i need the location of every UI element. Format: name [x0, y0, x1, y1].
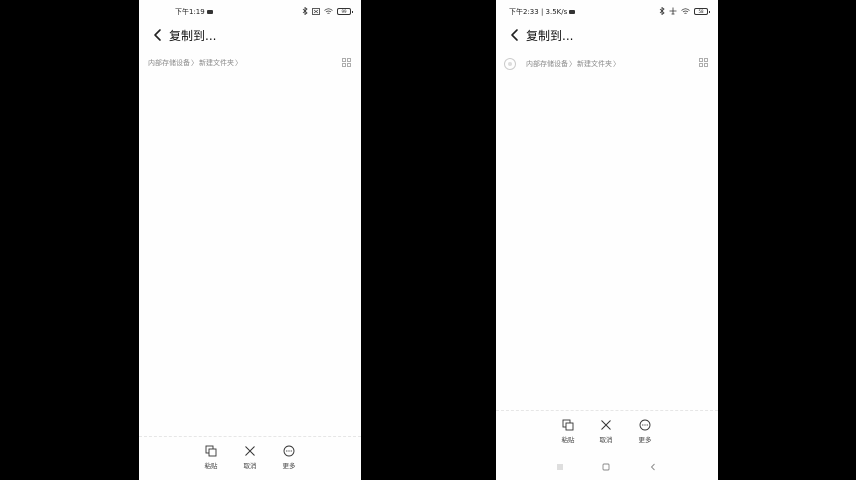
- system-nav-bar: [496, 456, 718, 480]
- screen-record-icon: [206, 10, 213, 14]
- menu-icon[interactable]: [555, 462, 565, 472]
- copy-paste-icon: [205, 445, 217, 457]
- cancel-button[interactable]: 取消: [591, 419, 621, 444]
- paste-button[interactable]: 粘贴: [196, 445, 226, 470]
- battery-icon: 99: [337, 7, 353, 15]
- status-time: 下午2:33 | 3.5K/s: [509, 7, 576, 17]
- phone-screen-left: 下午1:19 99 复制到... 内部存储设备 〉 新建文件夹 〉 粘贴 取消: [139, 0, 361, 480]
- breadcrumb-separator: 〉: [191, 59, 198, 67]
- page-title: 复制到...: [169, 29, 217, 43]
- more-dots-icon: [639, 419, 651, 431]
- action-bar: 粘贴 取消 更多: [139, 436, 361, 480]
- chevron-left-icon[interactable]: [151, 28, 165, 42]
- grid-view-icon[interactable]: [699, 58, 708, 67]
- close-icon: [601, 420, 611, 430]
- back-triangle-icon[interactable]: [648, 462, 658, 472]
- status-time: 下午1:19: [175, 7, 213, 17]
- bluetooth-icon: [302, 7, 308, 15]
- more-dots-icon: [283, 445, 295, 457]
- status-icons: 99: [302, 7, 353, 15]
- breadcrumb: 内部存储设备 〉 新建文件夹 〉: [504, 58, 621, 70]
- copy-paste-icon: [562, 419, 574, 431]
- more-button[interactable]: 更多: [274, 445, 304, 470]
- screen-record-icon: [569, 10, 576, 14]
- action-bar: 粘贴 取消 更多: [496, 410, 718, 454]
- wifi-icon: [681, 7, 690, 14]
- alarm-box-icon: [312, 7, 320, 15]
- breadcrumb-root[interactable]: 内部存储设备: [526, 59, 568, 69]
- phone-screen-right: 下午2:33 | 3.5K/s 58 复制到... 内部存储设备 〉 新建文件夹…: [496, 0, 718, 480]
- status-bar: 下午2:33 | 3.5K/s 58: [496, 5, 718, 19]
- cancel-label: 取消: [243, 462, 257, 470]
- paste-label: 粘贴: [561, 436, 575, 444]
- breadcrumb-separator: 〉: [569, 60, 576, 68]
- close-icon: [245, 446, 255, 456]
- paste-label: 粘贴: [204, 462, 218, 470]
- breadcrumb-root[interactable]: 内部存储设备: [148, 58, 190, 68]
- cancel-label: 取消: [599, 436, 613, 444]
- breadcrumb-folder[interactable]: 新建文件夹: [199, 58, 234, 68]
- breadcrumb-trailing-separator: 〉: [235, 59, 242, 67]
- storage-icon[interactable]: [504, 58, 516, 70]
- chevron-left-icon[interactable]: [508, 28, 522, 42]
- breadcrumb-folder[interactable]: 新建文件夹: [577, 59, 612, 69]
- cancel-button[interactable]: 取消: [235, 445, 265, 470]
- battery-icon: 58: [694, 7, 710, 15]
- title-bar: 复制到...: [139, 24, 361, 46]
- title-bar: 复制到...: [496, 24, 718, 46]
- paste-button[interactable]: 粘贴: [553, 419, 583, 444]
- wifi-icon: [324, 7, 333, 14]
- breadcrumb: 内部存储设备 〉 新建文件夹 〉: [148, 58, 243, 68]
- status-icons: 58: [659, 7, 710, 15]
- home-square-icon[interactable]: [601, 462, 611, 472]
- grid-view-icon[interactable]: [342, 58, 351, 67]
- bluetooth-icon: [659, 7, 665, 15]
- more-label: 更多: [282, 462, 296, 470]
- breadcrumb-trailing-separator: 〉: [613, 60, 620, 68]
- status-bar: 下午1:19 99: [139, 5, 361, 19]
- page-title: 复制到...: [526, 29, 574, 43]
- more-label: 更多: [638, 436, 652, 444]
- airplane-icon: [669, 7, 677, 15]
- more-button[interactable]: 更多: [630, 419, 660, 444]
